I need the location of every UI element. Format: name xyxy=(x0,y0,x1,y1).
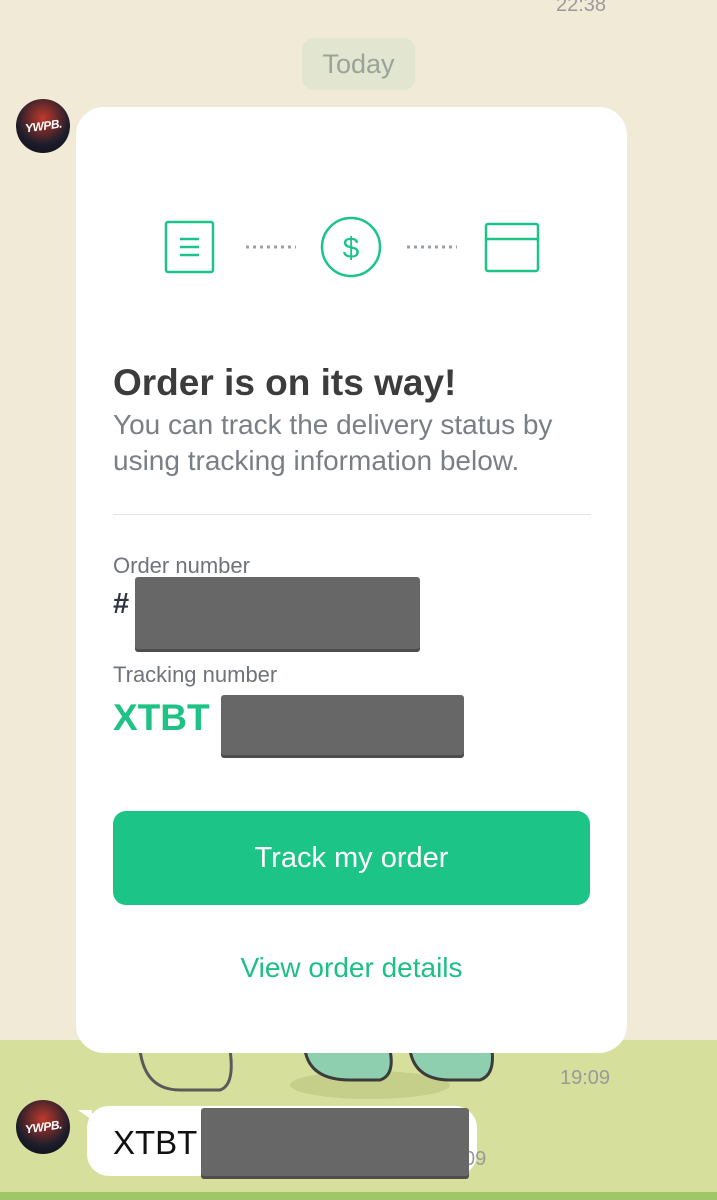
message-timestamp: 19:09 xyxy=(560,1067,611,1089)
tracking-number-label: Tracking number xyxy=(113,662,278,687)
card-title: Order is on its way! xyxy=(113,362,457,403)
redaction-order-number xyxy=(135,577,420,649)
progress-steps: $ xyxy=(164,216,540,278)
previous-message-time: 22:38 xyxy=(556,0,607,16)
avatar-logo-text-2: YWPB. xyxy=(23,1117,63,1137)
date-separator-label: Today xyxy=(322,48,395,79)
ground-strip xyxy=(0,1192,717,1200)
sender-avatar[interactable]: YWPB. xyxy=(16,99,70,153)
sender-avatar-2[interactable]: YWPB. xyxy=(16,1100,70,1154)
dollar-icon: $ xyxy=(320,216,382,278)
card-subtitle: You can track the delivery status by usi… xyxy=(113,409,553,476)
track-order-button-label: Track my order xyxy=(254,841,449,874)
track-order-button[interactable]: Track my order xyxy=(113,811,590,905)
message-text: XTBT xyxy=(113,1124,198,1161)
order-number-value: # xyxy=(113,588,130,620)
redaction-tracking-number xyxy=(221,695,464,755)
svg-text:$: $ xyxy=(343,232,360,265)
order-status-card: $ Order is on its way! You can track the… xyxy=(76,107,627,1053)
view-order-details-link[interactable]: View order details xyxy=(76,952,627,984)
order-number-label: Order number xyxy=(113,553,250,578)
avatar-logo-text: YWPB. xyxy=(23,116,63,136)
tracking-number-value: XTBT xyxy=(113,697,210,738)
box-icon xyxy=(484,222,540,273)
divider xyxy=(113,514,591,515)
date-separator: Today xyxy=(302,38,415,90)
redaction-message xyxy=(201,1108,469,1176)
document-icon xyxy=(164,220,215,274)
